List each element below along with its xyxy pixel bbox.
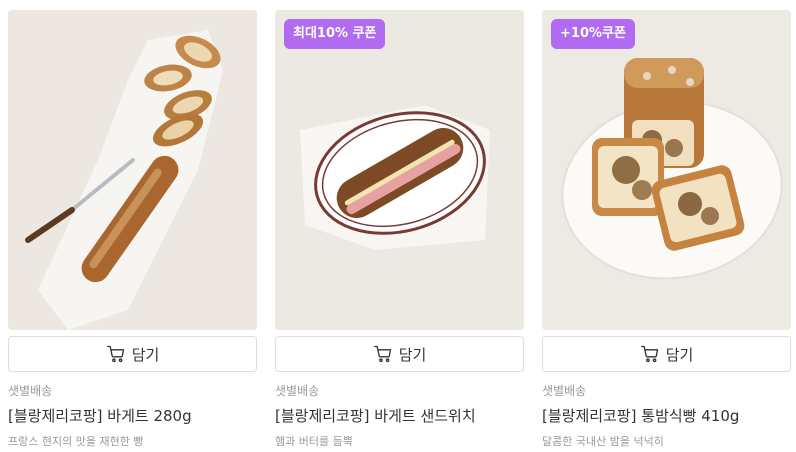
add-to-cart-button[interactable]: 담기 — [8, 336, 257, 372]
product-description: 프랑스 현지의 맛을 재현한 빵 — [8, 435, 144, 448]
product-name[interactable]: [블랑제리코팡] 통밤식빵 410g — [542, 406, 791, 426]
delivery-type: 샛별배송 — [542, 384, 587, 398]
add-to-cart-button[interactable]: 담기 — [542, 336, 791, 372]
cart-icon — [373, 344, 393, 364]
coupon-badge: +10%쿠폰 — [551, 19, 635, 49]
product-card[interactable]: +10%쿠폰 담기 샛별배송 [블랑제리코팡] 통밤식빵 410g 달콤한 국내… — [542, 10, 791, 449]
add-to-cart-label: 담기 — [665, 345, 694, 364]
add-to-cart-label: 담기 — [131, 345, 160, 364]
product-card[interactable]: 담기 샛별배송 [블랑제리코팡] 바게트 280g 프랑스 현지의 맛을 재현한… — [8, 10, 257, 449]
product-description: 달콤한 국내산 밤을 넉넉히 — [542, 435, 664, 448]
coupon-badge: 최대10% 쿠폰 — [284, 19, 386, 49]
add-to-cart-label: 담기 — [398, 345, 427, 364]
delivery-type: 샛별배송 — [8, 384, 53, 398]
delivery-type: 샛별배송 — [275, 384, 320, 398]
product-image-baguette[interactable] — [8, 10, 257, 330]
product-image-baguette-sandwich[interactable]: 최대10% 쿠폰 — [275, 10, 524, 330]
cart-icon — [106, 344, 126, 364]
product-card[interactable]: 최대10% 쿠폰 담기 샛별배송 [블랑제리코팡] 바게트 샌드위치 햄과 버터… — [275, 10, 524, 449]
cart-icon — [640, 344, 660, 364]
product-name[interactable]: [블랑제리코팡] 바게트 280g — [8, 406, 257, 426]
product-description: 햄과 버터를 듬뿍 — [275, 435, 353, 448]
product-image-chestnut-bread[interactable]: +10%쿠폰 — [542, 10, 791, 330]
add-to-cart-button[interactable]: 담기 — [275, 336, 524, 372]
product-name[interactable]: [블랑제리코팡] 바게트 샌드위치 — [275, 406, 524, 426]
product-grid: 담기 샛별배송 [블랑제리코팡] 바게트 280g 프랑스 현지의 맛을 재현한… — [0, 0, 796, 452]
